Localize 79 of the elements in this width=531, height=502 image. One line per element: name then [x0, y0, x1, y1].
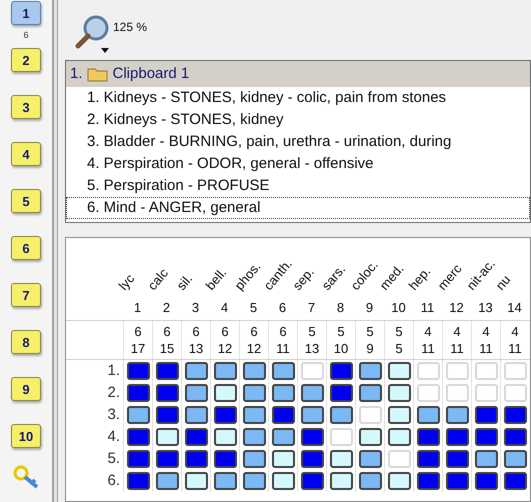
grade-total: 11: [479, 340, 493, 357]
symptom-count: 5: [337, 323, 345, 340]
folder-button[interactable]: 4: [11, 142, 41, 166]
symptom-count: 6: [134, 323, 142, 340]
grade-total: 15: [160, 340, 174, 357]
remedy-name: nu: [492, 272, 514, 294]
column-number: 10: [391, 298, 406, 316]
folder-icon: [86, 66, 109, 82]
column-number: 12: [449, 298, 464, 316]
column-number: 4: [220, 298, 228, 316]
rubric-item[interactable]: 5. Perspiration - PROFUSE: [66, 175, 530, 197]
zoom-icon[interactable]: [75, 14, 111, 54]
row-label: 2.: [107, 382, 120, 403]
rubric-item[interactable]: 4. Perspiration - ODOR, general - offensive: [66, 153, 530, 175]
remedy-name: hep.: [404, 262, 434, 294]
remedy-name: sil.: [172, 270, 196, 294]
symptom-count: 4: [453, 323, 461, 340]
column-number: 6: [278, 298, 286, 316]
grade-total: 11: [276, 340, 290, 357]
symptom-count: 6: [250, 323, 258, 340]
grade-total: 12: [246, 340, 262, 357]
key-icon[interactable]: [12, 465, 40, 489]
folder-button[interactable]: 2: [11, 48, 41, 72]
column-number: 13: [478, 298, 493, 316]
grade-total: 10: [334, 340, 348, 357]
grade-total: 13: [304, 340, 320, 357]
count-label: 6: [23, 31, 28, 40]
row-label: 4.: [107, 426, 120, 447]
grade-total: 12: [218, 340, 232, 357]
clipboard-number: 1.: [70, 64, 83, 84]
remedy-name: calc: [144, 264, 172, 294]
column-number: 3: [192, 298, 200, 316]
symptom-count: 4: [511, 323, 519, 340]
rubric-item[interactable]: 2. Kidneys - STONES, kidney: [66, 109, 530, 131]
folder-button[interactable]: 3: [11, 95, 41, 119]
row-label: 3.: [107, 404, 120, 425]
rubric-item[interactable]: 6. Mind - ANGER, general: [66, 197, 530, 219]
grade-total: 5: [395, 340, 403, 357]
grade-total: 11: [508, 340, 522, 357]
rubric-item[interactable]: 1. Kidneys - STONES, kidney - colic, pain from stones: [66, 87, 530, 109]
column-number: 8: [336, 298, 344, 316]
folder-button[interactable]: 1: [11, 1, 41, 25]
column-number: 9: [366, 298, 374, 316]
rubric-item[interactable]: 3. Bladder - BURNING, pain, urethra - urination, during: [66, 131, 530, 153]
folder-button[interactable]: 6: [11, 236, 41, 260]
folder-button[interactable]: 7: [11, 283, 41, 307]
grade-total: 11: [421, 340, 435, 357]
grade-total: 11: [450, 340, 464, 357]
column-number: 7: [308, 298, 316, 316]
symptom-count: 6: [279, 323, 287, 340]
symptom-count: 5: [395, 323, 403, 340]
remedy-name: bell.: [202, 263, 230, 294]
folder-button[interactable]: 9: [11, 377, 41, 401]
column-number: 5: [250, 298, 258, 316]
folder-button[interactable]: 8: [11, 330, 41, 354]
symptom-count: 4: [482, 323, 490, 340]
remedy-name: sep.: [290, 262, 318, 294]
grade-total: 9: [366, 340, 374, 357]
column-number: 14: [507, 298, 522, 316]
grade-total: 13: [188, 340, 204, 357]
row-label: 5.: [107, 448, 120, 469]
symptom-count: 5: [366, 323, 374, 340]
grade-total: 17: [130, 340, 146, 357]
row-label: 6.: [107, 470, 120, 491]
column-number: 2: [162, 298, 170, 316]
remedy-name: sars.: [318, 260, 350, 294]
symptom-count: 6: [192, 323, 200, 340]
symptom-count: 6: [221, 323, 229, 340]
column-number: 1: [134, 298, 142, 316]
symptom-count: 6: [163, 323, 171, 340]
column-number: 11: [420, 298, 434, 316]
symptom-count: 5: [308, 323, 316, 340]
remedy-name: lyc: [114, 270, 138, 294]
clipboard-title: Clipboard 1: [112, 64, 190, 84]
symptom-count: 4: [424, 323, 432, 340]
zoom-level: 125 %: [113, 19, 148, 36]
folder-button[interactable]: 10: [11, 424, 41, 448]
folder-button[interactable]: 5: [11, 189, 41, 213]
row-label: 1.: [107, 360, 120, 381]
